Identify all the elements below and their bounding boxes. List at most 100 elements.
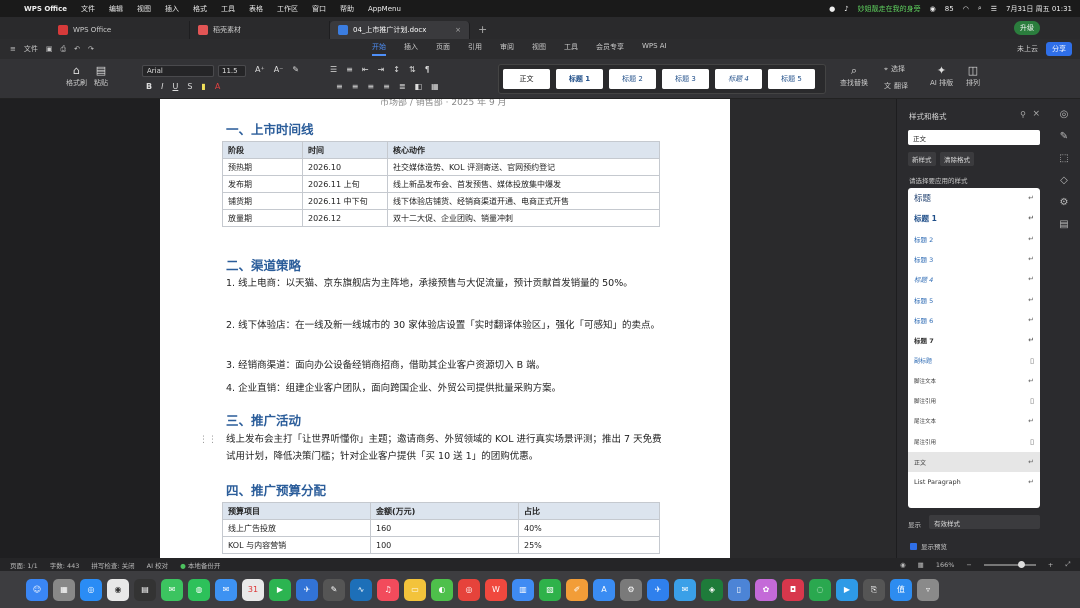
- zoom-in-icon[interactable]: +: [1048, 561, 1053, 569]
- spell-check-status[interactable]: 拼写检查: 关闭: [91, 560, 134, 570]
- menu-help[interactable]: 帮助: [340, 4, 354, 14]
- style-item-heading-6[interactable]: 标题 6 ↵: [908, 310, 1040, 330]
- show-marks-icon[interactable]: ¶: [425, 65, 430, 74]
- tab-docer[interactable]: 稻壳素材: [190, 21, 330, 39]
- style-item-heading-2[interactable]: 标题 2 ↵: [908, 229, 1040, 249]
- file-menu-button[interactable]: 文件: [24, 44, 38, 54]
- style-normal[interactable]: 正文: [503, 69, 550, 89]
- netease-music-icon[interactable]: ◎: [458, 578, 480, 601]
- arrange-button[interactable]: ◫ 排列: [966, 64, 980, 88]
- zoom-out-icon[interactable]: −: [966, 561, 971, 569]
- close-icon[interactable]: ×: [1032, 109, 1040, 119]
- tab-insert[interactable]: 插入: [404, 42, 418, 56]
- shape-icon[interactable]: ◇: [1060, 175, 1068, 186]
- pen-icon[interactable]: ✎: [1060, 131, 1068, 142]
- tab-page[interactable]: 页面: [436, 42, 450, 56]
- redo-icon[interactable]: ↷: [88, 45, 94, 53]
- style-heading-4[interactable]: 标题 4: [715, 69, 762, 89]
- document-page[interactable]: 市场部 / 销售部 · 2025 年 9 月 一、上市时间线 阶段 时间 核心动…: [160, 99, 730, 558]
- stocks-icon[interactable]: ∿: [350, 578, 372, 601]
- system-settings-icon[interactable]: ⚙: [620, 578, 642, 601]
- word-count[interactable]: 字数: 443: [50, 560, 80, 570]
- tab-view[interactable]: 视图: [532, 42, 546, 56]
- show-filter-select[interactable]: 有效样式: [929, 515, 1040, 529]
- panel-toggle-icon[interactable]: ▤: [1059, 219, 1068, 230]
- menu-view[interactable]: 视图: [137, 4, 151, 14]
- align-right-icon[interactable]: ≡: [367, 82, 374, 91]
- feishu-icon[interactable]: ✈: [296, 578, 318, 601]
- fit-icon[interactable]: ⤢: [1065, 560, 1070, 569]
- menu-workspace[interactable]: 工作区: [277, 4, 298, 14]
- tab-home[interactable]: 开始: [372, 42, 386, 56]
- grow-font-icon[interactable]: A⁺: [255, 65, 265, 74]
- format-painter-button[interactable]: ⌂ 格式刷: [66, 64, 87, 88]
- zoom-level[interactable]: 166%: [936, 561, 955, 569]
- layout-icon[interactable]: ▦: [918, 561, 924, 569]
- smzdm-icon[interactable]: 值: [890, 578, 912, 601]
- select-button[interactable]: ⌖ 选择: [884, 64, 905, 74]
- pages-icon[interactable]: ✐: [566, 578, 588, 601]
- backup-status[interactable]: ● 本地备份开: [180, 560, 220, 570]
- zoom-slider-knob[interactable]: [1017, 560, 1025, 568]
- style-heading-5[interactable]: 标题 5: [768, 69, 815, 89]
- wechat-icon[interactable]: ◍: [188, 578, 210, 601]
- calendar-icon[interactable]: 31: [242, 578, 264, 601]
- show-preview-checkbox[interactable]: 显示预览: [910, 541, 947, 551]
- shrink-font-icon[interactable]: A⁻: [274, 65, 284, 74]
- mail-icon[interactable]: ✉: [215, 578, 237, 601]
- menu-insert[interactable]: 插入: [165, 4, 179, 14]
- search-icon[interactable]: ⌕: [978, 4, 982, 13]
- close-icon[interactable]: ×: [455, 26, 461, 34]
- music-icon[interactable]: ♪: [844, 5, 848, 13]
- undo-icon[interactable]: ↶: [74, 45, 80, 53]
- justify-icon[interactable]: ≡: [383, 82, 390, 91]
- styles-icon[interactable]: ◎: [1060, 109, 1069, 120]
- clock[interactable]: 7月31日 周五 01:31: [1006, 4, 1072, 14]
- now-playing-text[interactable]: 妙姐靓走在我的身旁: [858, 4, 921, 14]
- ai-typeset-button[interactable]: ✦ AI 排版: [930, 64, 953, 88]
- control-center-icon[interactable]: ☰: [991, 5, 997, 13]
- numbered-list-icon[interactable]: ≡: [346, 65, 353, 74]
- italic-icon[interactable]: I: [161, 82, 163, 91]
- chrome-icon[interactable]: ◉: [107, 578, 129, 601]
- new-style-button[interactable]: 新样式: [908, 152, 936, 166]
- strikethrough-icon[interactable]: S: [187, 82, 192, 91]
- video-player-icon[interactable]: ▶: [836, 578, 858, 601]
- timeline-table[interactable]: 阶段 时间 核心动作 预热期 2026.10 社交媒体造势、KOL 评测寄送、官…: [222, 141, 660, 227]
- menu-format[interactable]: 格式: [193, 4, 207, 14]
- style-item-heading-1[interactable]: 标题 1 ↵: [908, 208, 1040, 228]
- chat-icon[interactable]: ◌: [809, 578, 831, 601]
- settings-icon[interactable]: ⚙: [1060, 197, 1069, 208]
- bold-icon[interactable]: B: [146, 82, 152, 91]
- menu-edit[interactable]: 编辑: [109, 4, 123, 14]
- preview-icon[interactable]: ▯: [728, 578, 750, 601]
- style-item-subtitle[interactable]: 副标题 ▯: [908, 350, 1040, 370]
- tab-wps-office[interactable]: WPS Office: [50, 21, 190, 39]
- save-icon[interactable]: ▣: [46, 45, 53, 53]
- clear-format-icon[interactable]: ✎: [292, 65, 299, 74]
- style-item-heading-4[interactable]: 标题 4 ↵: [908, 269, 1040, 289]
- wifi-icon[interactable]: ◠: [963, 5, 969, 13]
- style-item-heading-5[interactable]: 标题 5 ↵: [908, 289, 1040, 309]
- hamburger-icon[interactable]: ≡: [10, 45, 16, 53]
- align-center-icon[interactable]: ≡: [352, 82, 359, 91]
- menu-appmenu[interactable]: AppMenu: [368, 5, 401, 13]
- facetime-icon[interactable]: ▶: [269, 578, 291, 601]
- tab-review[interactable]: 审阅: [500, 42, 514, 56]
- sort-icon[interactable]: ⇅: [409, 65, 416, 74]
- border-icon[interactable]: ▦: [431, 82, 439, 91]
- battery-level[interactable]: 85: [945, 5, 954, 13]
- email-client-icon[interactable]: ✉: [674, 578, 696, 601]
- tab-document[interactable]: 04_上市推广计划.docx ×: [330, 21, 470, 39]
- menu-table[interactable]: 表格: [249, 4, 263, 14]
- app-store-icon[interactable]: A: [593, 578, 615, 601]
- style-item-endnote-text[interactable]: 尾注文本 ↵: [908, 411, 1040, 431]
- tab-tools[interactable]: 工具: [564, 42, 578, 56]
- style-item-list-paragraph[interactable]: List Paragraph ↵: [908, 472, 1040, 492]
- pin-icon[interactable]: ⚲: [1020, 110, 1026, 119]
- new-tab-button[interactable]: +: [478, 23, 487, 36]
- budget-table[interactable]: 预算项目 金额(万元) 占比 线上广告投放 160 40% KOL 与内容营销 …: [222, 502, 660, 554]
- wechat-icon[interactable]: ◉: [930, 5, 936, 13]
- safari-icon[interactable]: ◎: [80, 578, 102, 601]
- paste-button[interactable]: ▤ 粘贴: [94, 64, 108, 88]
